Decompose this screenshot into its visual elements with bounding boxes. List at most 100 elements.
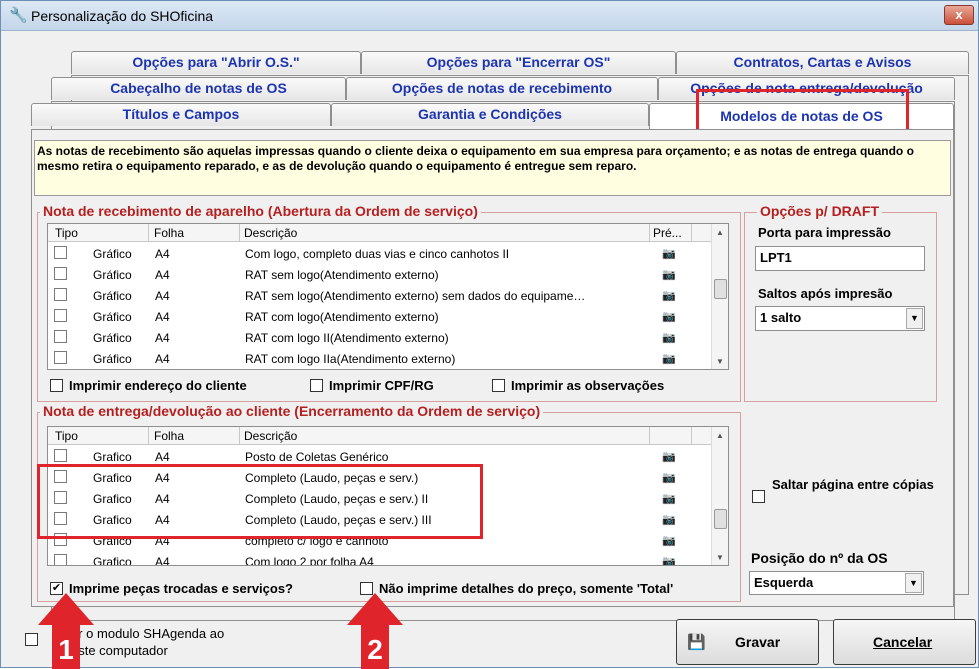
tab-encerrar-os[interactable]: Opções para "Encerrar OS": [361, 51, 676, 74]
col-tipo[interactable]: Tipo: [55, 429, 78, 443]
save-icon: 💾: [687, 634, 706, 651]
camera-icon[interactable]: 📷: [662, 450, 676, 463]
row-checkbox[interactable]: [54, 288, 67, 301]
posicao-value: Esquerda: [754, 575, 814, 590]
receb-scrollbar[interactable]: ▲ ▼: [711, 224, 728, 369]
table-row[interactable]: Grafico A4 Com logo 2 por folha A4 📷: [48, 551, 728, 566]
row-tipo: Gráfico: [93, 247, 132, 261]
receb-opt-endereco-checkbox[interactable]: [50, 379, 63, 392]
entrega-scroll-thumb[interactable]: [714, 509, 727, 529]
receb-opt-cpf: Imprimir CPF/RG: [329, 378, 434, 393]
table-row[interactable]: Gráfico A4 Com logo, completo duas vias e …: [48, 243, 728, 264]
row-checkbox[interactable]: [54, 330, 67, 343]
close-button[interactable]: x: [944, 5, 974, 25]
table-row[interactable]: Gráfico A4 RAT com logo II(Atendimento ext…: [48, 327, 728, 348]
row-checkbox[interactable]: [54, 309, 67, 322]
porta-label: Porta para impressão: [758, 225, 891, 240]
chevron-down-icon[interactable]: ▼: [905, 573, 922, 593]
row-folha: A4: [155, 352, 170, 366]
callout-2-text: 2: [367, 634, 383, 665]
row-descricao: Com logo, completo duas vias e cinco can…: [245, 247, 510, 261]
settings-window: 🔧 Personalização do SHOficina x Opções p…: [0, 0, 979, 669]
tab-abrir-os[interactable]: Opções para "Abrir O.S.": [71, 51, 361, 74]
row-descricao: RAT sem logo(Atendimento externo): [245, 268, 439, 282]
camera-icon[interactable]: 📷: [662, 492, 676, 505]
gravar-label: Gravar: [735, 634, 781, 650]
saltar-checkbox[interactable]: [752, 490, 765, 503]
receb-grid-header: Tipo Folha Descrição Pré...: [48, 224, 728, 242]
draft-title: Opções p/ DRAFT: [757, 203, 883, 219]
row-folha: A4: [155, 247, 170, 261]
camera-icon[interactable]: 📷: [662, 513, 676, 526]
title-bar: 🔧 Personalização do SHOficina x: [1, 1, 978, 31]
saltos-value: 1 salto: [760, 310, 802, 325]
tab-cabecalho[interactable]: Cabeçalho de notas de OS: [51, 77, 346, 100]
table-row[interactable]: Gráfico A4 RAT sem logo(Atendimento extern…: [48, 264, 728, 285]
table-row[interactable]: Gráfico A4 RAT com logo(Atendimento extern…: [48, 306, 728, 327]
row-checkbox[interactable]: [54, 246, 67, 259]
entrega-opt1: Imprime peças trocadas e serviços?: [69, 581, 294, 596]
entrega-grid-header: Tipo Folha Descrição: [48, 427, 728, 445]
tab-garantia[interactable]: Garantia e Condições: [331, 103, 649, 126]
tab-recebimento[interactable]: Opções de notas de recebimento: [346, 77, 658, 100]
callout-arrow-2: 2: [347, 593, 403, 669]
camera-icon[interactable]: 📷: [662, 471, 676, 484]
col-descricao[interactable]: Descrição: [244, 429, 297, 443]
row-checkbox[interactable]: [54, 449, 67, 462]
entrega-opt2: Não imprime detalhes do preço, somente '…: [379, 581, 674, 596]
camera-icon[interactable]: 📷: [662, 534, 676, 547]
table-row[interactable]: Gráfico A4 RAT sem logo(Atendimento extern…: [48, 285, 728, 306]
receb-opt-obs-checkbox[interactable]: [492, 379, 505, 392]
porta-input[interactable]: LPT1: [755, 246, 925, 271]
gravar-button[interactable]: 💾 Gravar: [676, 619, 819, 665]
row-tipo: Gráfico: [93, 331, 132, 345]
row-folha: A4: [155, 268, 170, 282]
entrega-title: Nota de entrega/devolução ao cliente (En…: [40, 403, 544, 419]
camera-icon[interactable]: 📷: [662, 352, 676, 365]
row-checkbox[interactable]: [54, 267, 67, 280]
camera-icon[interactable]: 📷: [662, 289, 676, 302]
row-descricao: RAT sem logo(Atendimento externo) sem da…: [245, 289, 586, 303]
window-title: Personalização do SHOficina: [31, 8, 214, 24]
row-tipo: Grafico: [93, 555, 132, 566]
tab-panel: As notas de recebimento são aquelas impr…: [31, 129, 954, 607]
col-folha[interactable]: Folha: [154, 226, 184, 240]
cancelar-label: Cancelar: [873, 634, 933, 650]
receb-title: Nota de recebimento de aparelho (Abertur…: [40, 203, 481, 219]
info-box: As notas de recebimento são aquelas impr…: [34, 140, 951, 196]
row-tipo: Gráfico: [93, 352, 132, 366]
cancelar-button[interactable]: Cancelar: [833, 619, 976, 665]
tab-contratos[interactable]: Contratos, Cartas e Avisos: [676, 51, 969, 74]
row-descricao: Com logo 2 por folha A4: [245, 555, 374, 566]
col-tipo[interactable]: Tipo: [55, 226, 78, 240]
camera-icon[interactable]: 📷: [662, 268, 676, 281]
highlight-completo-rows: [37, 464, 483, 539]
receb-scroll-thumb[interactable]: [714, 279, 727, 299]
row-checkbox[interactable]: [54, 554, 67, 565]
saltar-label: Saltar página entre cópias: [772, 477, 934, 492]
camera-icon[interactable]: 📷: [662, 331, 676, 344]
row-descricao: Posto de Coletas Genérico: [245, 450, 389, 464]
saltos-label: Saltos após impresão: [758, 286, 893, 301]
camera-icon[interactable]: 📷: [662, 555, 676, 565]
chevron-down-icon[interactable]: ▼: [906, 308, 923, 329]
saltos-select[interactable]: 1 salto ▼: [755, 306, 925, 331]
table-row[interactable]: Gráfico A4 RAT com logo IIa(Atendimento ex…: [48, 348, 728, 369]
col-descricao[interactable]: Descrição: [244, 226, 297, 240]
row-descricao: RAT com logo II(Atendimento externo): [245, 331, 449, 345]
tab-titulos[interactable]: Títulos e Campos: [31, 103, 331, 126]
entrega-scrollbar[interactable]: ▲ ▼: [711, 427, 728, 565]
wrench-icon: 🔧: [9, 7, 28, 24]
row-tipo: Gráfico: [93, 268, 132, 282]
col-pre[interactable]: Pré...: [653, 226, 682, 240]
posicao-select[interactable]: Esquerda ▼: [749, 571, 924, 595]
camera-icon[interactable]: 📷: [662, 247, 676, 260]
receb-opt-cpf-checkbox[interactable]: [310, 379, 323, 392]
camera-icon[interactable]: 📷: [662, 310, 676, 323]
row-checkbox[interactable]: [54, 351, 67, 364]
callout-1-text: 1: [58, 634, 74, 665]
col-folha[interactable]: Folha: [154, 429, 184, 443]
row-tipo: Gráfico: [93, 289, 132, 303]
row-descricao: RAT com logo IIa(Atendimento externo): [245, 352, 456, 366]
row-descricao: RAT com logo(Atendimento externo): [245, 310, 439, 324]
